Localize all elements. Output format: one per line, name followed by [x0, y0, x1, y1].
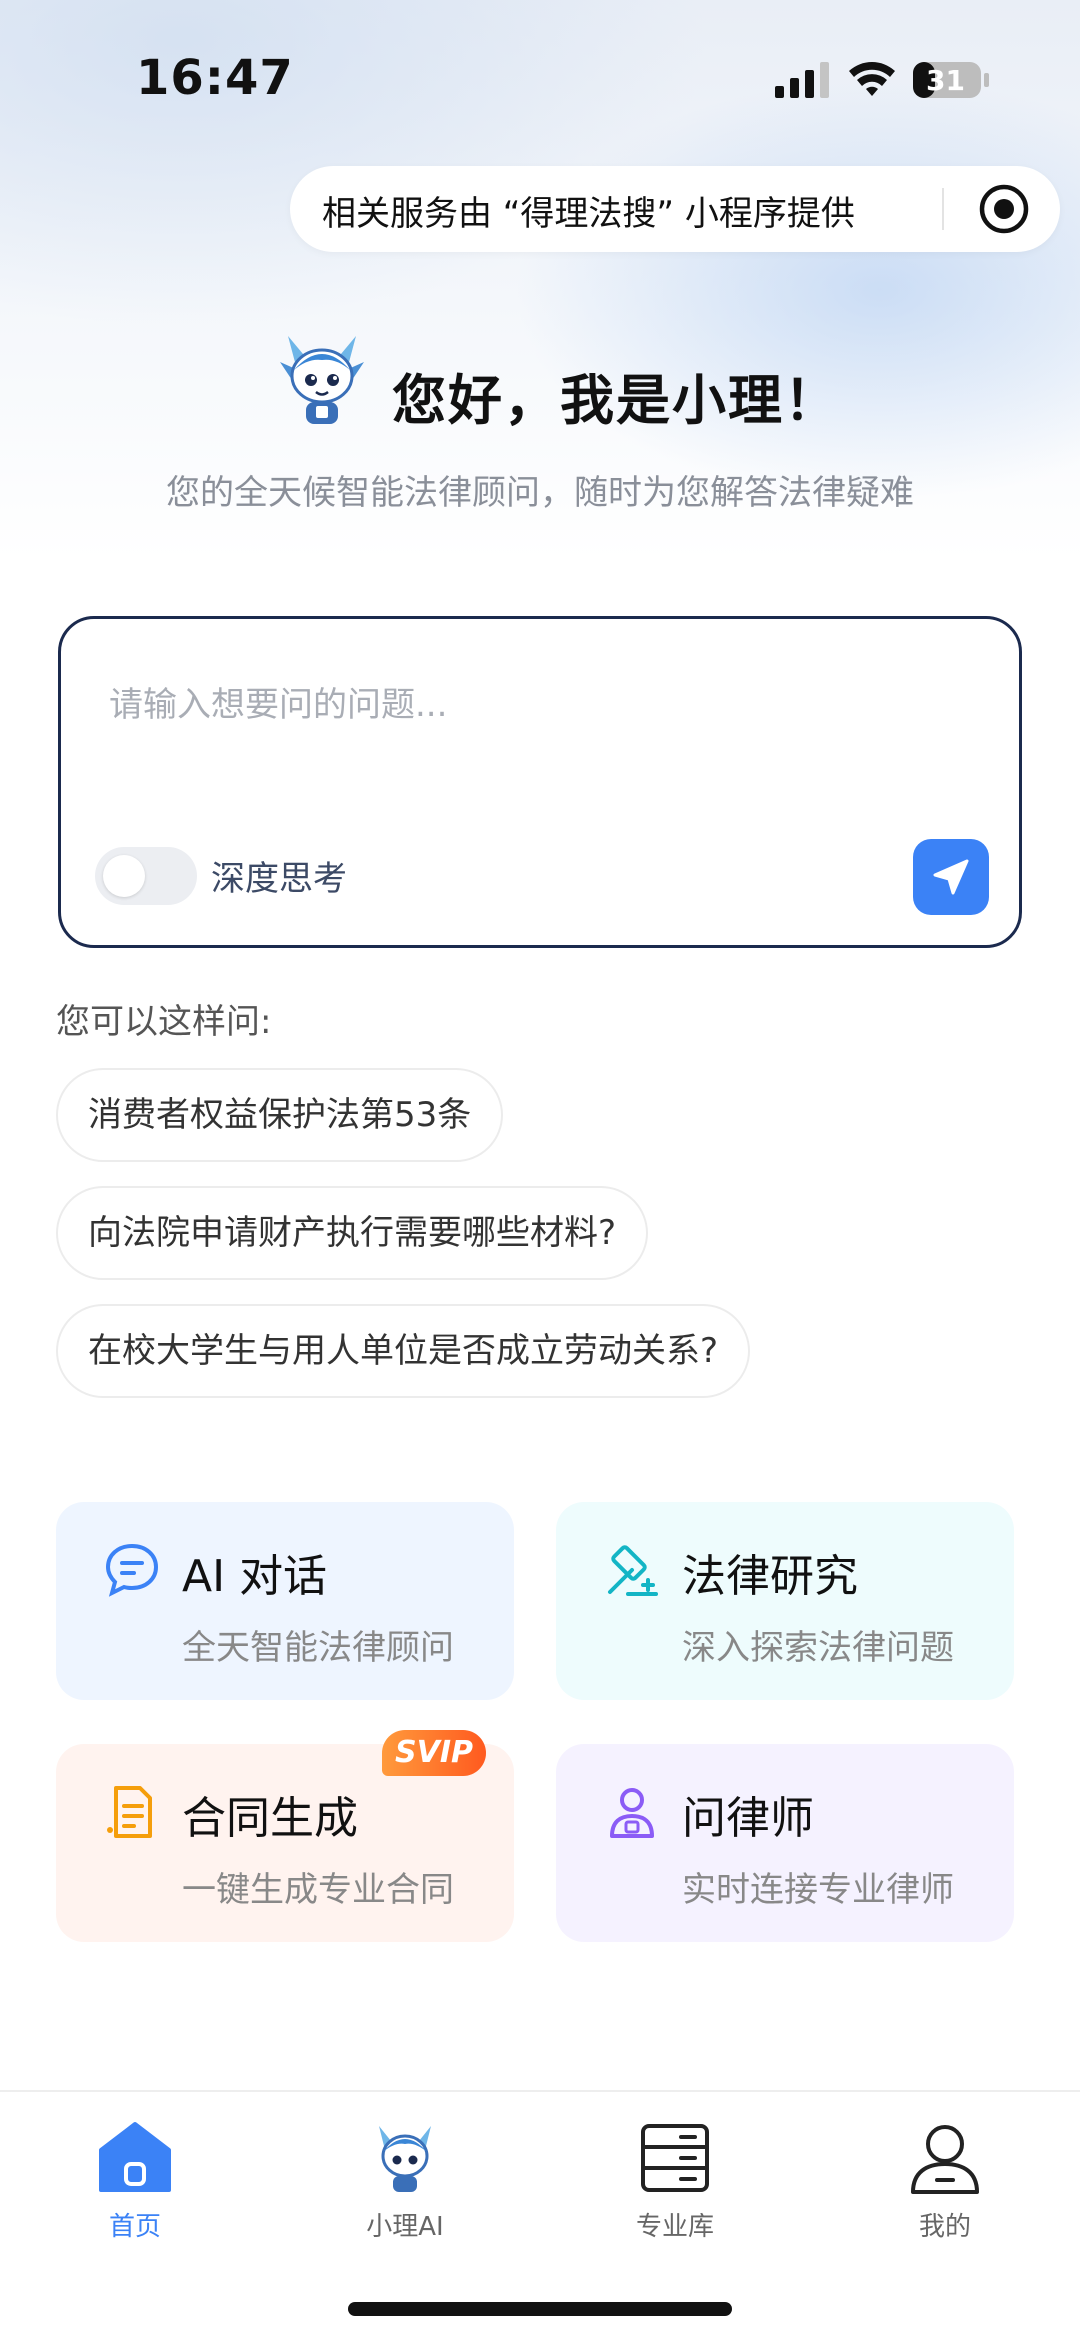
suggestion-chip[interactable]: 消费者权益保护法第53条: [56, 1068, 504, 1162]
chat-icon: [105, 1543, 159, 1597]
card-title: 问律师: [682, 1793, 814, 1844]
card-subtitle: 深入探索法律问题: [682, 1628, 954, 1668]
svip-badge: SVIP: [382, 1730, 486, 1776]
card-subtitle: 全天智能法律顾问: [182, 1628, 454, 1668]
feature-card-ask-lawyer[interactable]: 问律师 实时连接专业律师: [556, 1744, 1014, 1942]
card-subtitle: 实时连接专业律师: [682, 1870, 954, 1910]
page: 16:47 31 相关服务由 “得理法搜” 小程序提供 您好，我是小理！ 您的全…: [0, 0, 1080, 2341]
status-time: 16:47: [136, 50, 294, 106]
service-provider-text: 相关服务由 “得理法搜” 小程序提供: [322, 194, 855, 234]
service-capsule: 相关服务由 “得理法搜” 小程序提供: [290, 166, 1060, 252]
capsule-divider: [942, 188, 944, 230]
suggestion-chip[interactable]: 在校大学生与用人单位是否成立劳动关系?: [56, 1304, 751, 1398]
greeting-subtitle: 您的全天候智能法律顾问，随时为您解答法律疑难: [166, 473, 914, 513]
feature-card-legal-research[interactable]: 法律研究 深入探索法律问题: [556, 1502, 1014, 1700]
deep-think-label: 深度思考: [211, 859, 347, 899]
lawyer-icon: [610, 1788, 654, 1838]
nav-label: 首页: [108, 2212, 161, 2242]
card-title: 法律研究: [682, 1551, 858, 1602]
question-input[interactable]: 请输入想要问的问题...: [109, 677, 447, 726]
nav-label: 我的: [918, 2212, 971, 2242]
nav-item-xiaoli-ai[interactable]: 小理AI: [305, 2120, 505, 2250]
contract-icon: [107, 1786, 152, 1838]
nav-item-profile[interactable]: 我的: [845, 2120, 1045, 2250]
nav-item-library[interactable]: 专业库: [575, 2120, 775, 2250]
gavel-icon: [608, 1545, 658, 1596]
battery-level: 31: [926, 64, 965, 97]
nav-item-home[interactable]: 首页: [35, 2120, 235, 2250]
card-title: 合同生成: [182, 1793, 358, 1844]
battery-icon: 31: [912, 60, 990, 100]
suggestions-heading: 您可以这样问:: [56, 1002, 272, 1042]
home-icon: [99, 2122, 171, 2192]
card-title: AI 对话: [182, 1551, 328, 1602]
feature-card-contract[interactable]: 合同生成 一键生成专业合同 SVIP: [56, 1730, 514, 1942]
signal-icon: [775, 62, 829, 98]
nav-label: 专业库: [635, 2212, 714, 2242]
status-bar: 16:47 31: [0, 0, 1080, 160]
nav-label: 小理AI: [366, 2212, 444, 2242]
send-icon: [933, 859, 969, 895]
send-button[interactable]: [913, 839, 989, 915]
target-icon[interactable]: [976, 181, 1032, 237]
card-subtitle: 一键生成专业合同: [182, 1870, 454, 1910]
suggestion-chip[interactable]: 向法院申请财产执行需要哪些材料?: [56, 1186, 649, 1280]
greeting-title: 您好，我是小理！: [392, 369, 840, 432]
home-indicator: [348, 2302, 732, 2316]
profile-icon: [911, 2125, 979, 2194]
toggle-knob: [103, 855, 145, 897]
library-icon: [641, 2124, 709, 2192]
deep-think-toggle[interactable]: [95, 847, 197, 905]
mascot-icon: [280, 336, 364, 424]
mascot-icon: [379, 2126, 431, 2192]
question-input-card[interactable]: 请输入想要问的问题... 深度思考: [58, 616, 1022, 948]
feature-card-ai-chat[interactable]: AI 对话 全天智能法律顾问: [56, 1502, 514, 1700]
wifi-icon: [849, 62, 895, 96]
